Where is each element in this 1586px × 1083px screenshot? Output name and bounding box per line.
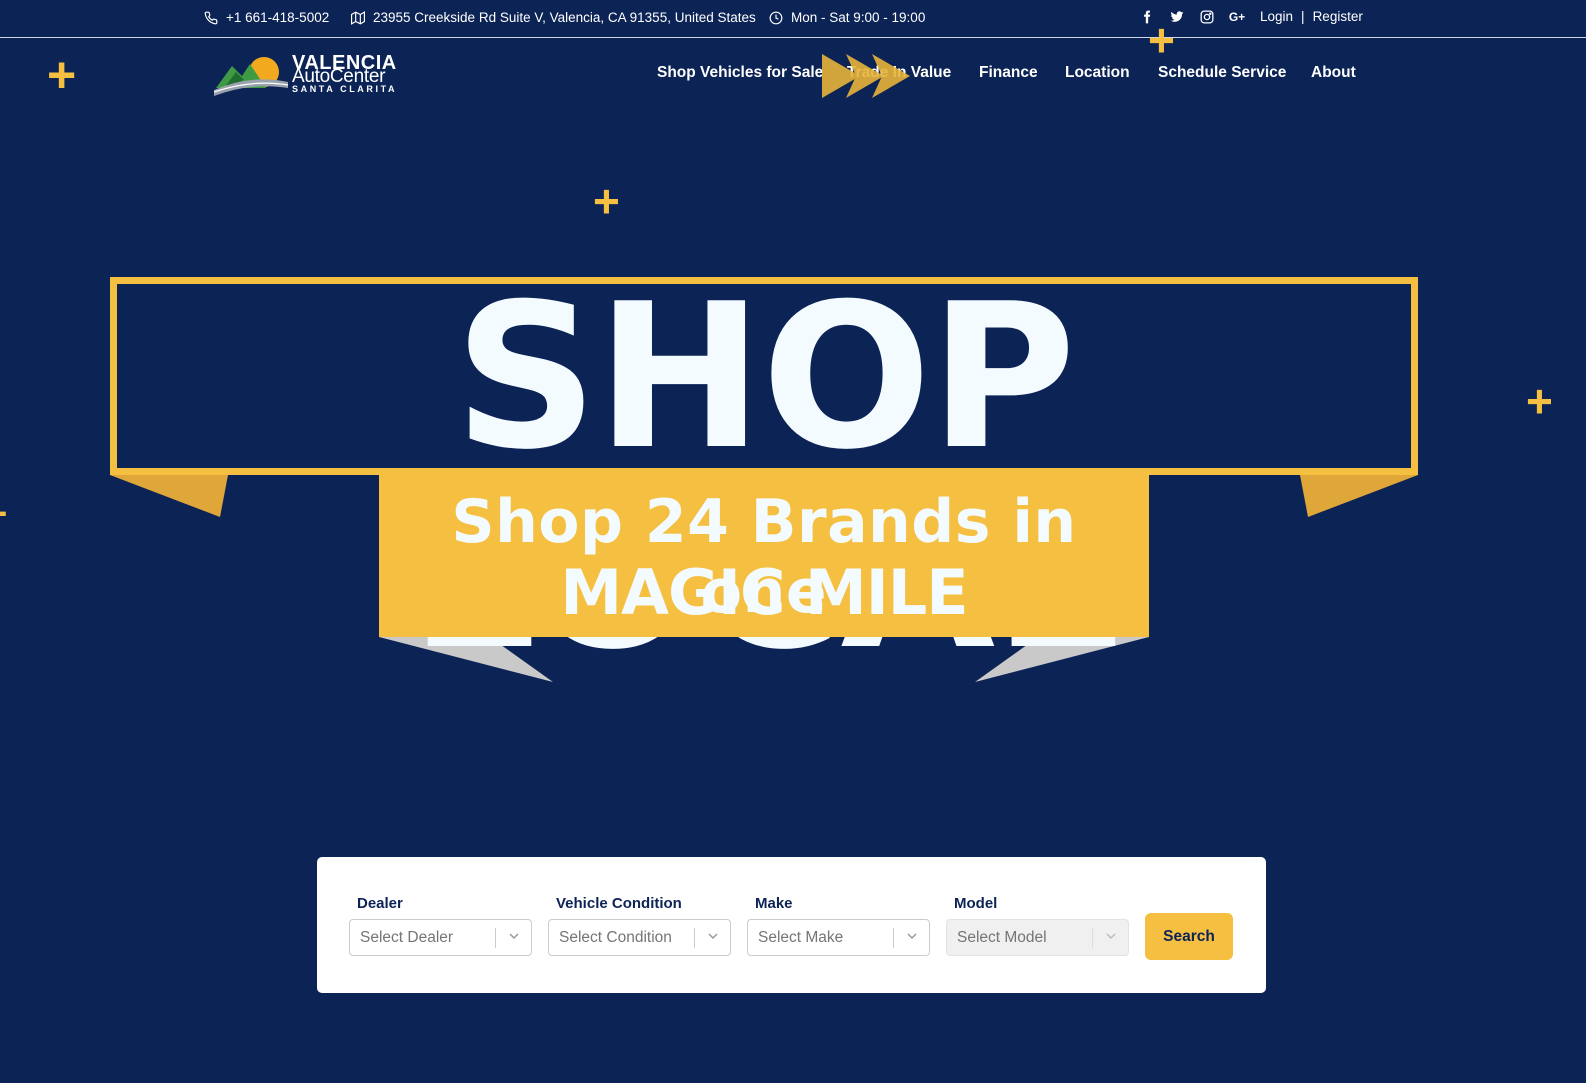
hero-ribbon-line-2: MAGIC MILE <box>560 556 968 629</box>
chevron-down-icon[interactable] <box>904 928 920 944</box>
make-select-placeholder: Select Make <box>758 929 844 946</box>
dealer-field: Dealer Select Dealer <box>349 895 532 956</box>
select-divider <box>893 928 894 948</box>
condition-select[interactable]: Select Condition <box>548 919 731 956</box>
dealer-select-placeholder: Select Dealer <box>360 929 454 946</box>
select-divider <box>1092 928 1093 948</box>
condition-select-placeholder: Select Condition <box>559 929 672 946</box>
dealer-label: Dealer <box>357 895 403 912</box>
select-divider <box>495 928 496 948</box>
condition-label: Vehicle Condition <box>556 895 682 912</box>
model-select-placeholder: Select Model <box>957 929 1047 946</box>
vehicle-search-panel: Dealer Select Dealer Vehicle Condition S… <box>317 857 1266 993</box>
dealer-select[interactable]: Select Dealer <box>349 919 532 956</box>
chevron-down-icon[interactable] <box>1103 928 1119 944</box>
make-label: Make <box>755 895 793 912</box>
condition-field: Vehicle Condition Select Condition <box>548 895 731 956</box>
search-button[interactable]: Search <box>1145 913 1233 960</box>
chevron-down-icon[interactable] <box>705 928 721 944</box>
make-select[interactable]: Select Make <box>747 919 930 956</box>
model-select[interactable]: Select Model <box>946 919 1129 956</box>
chevron-down-icon[interactable] <box>506 928 522 944</box>
make-field: Make Select Make <box>747 895 930 956</box>
select-divider <box>694 928 695 948</box>
model-field: Model Select Model <box>946 895 1129 956</box>
model-label: Model <box>954 895 998 912</box>
